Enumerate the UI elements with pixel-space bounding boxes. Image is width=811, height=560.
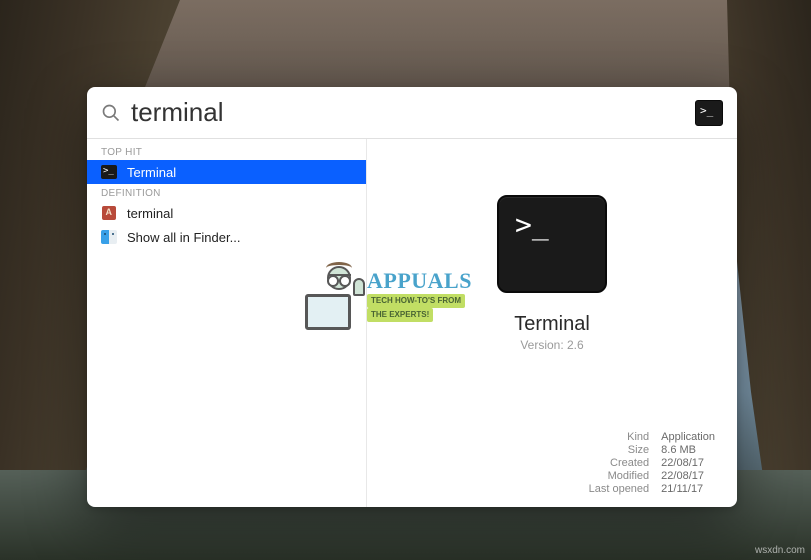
meta-size-label: Size: [389, 444, 649, 456]
meta-kind-value: Application: [661, 431, 715, 443]
preview-version: Version: 2.6: [520, 338, 583, 352]
results-list: TOP HIT >_ Terminal DEFINITION terminal …: [87, 139, 367, 507]
meta-last-opened-value: 21/11/17: [661, 483, 715, 495]
result-label: Show all in Finder...: [127, 230, 240, 245]
search-row: >_: [87, 87, 737, 139]
result-terminal-app[interactable]: >_ Terminal: [87, 160, 366, 184]
meta-kind-label: Kind: [389, 431, 649, 443]
source-credit: wsxdn.com: [755, 545, 805, 556]
finder-icon: [101, 229, 117, 245]
terminal-chip-glyph: >_: [700, 105, 713, 116]
preview-metadata: Kind Application Size 8.6 MB Created 22/…: [389, 431, 715, 495]
meta-size-value: 8.6 MB: [661, 444, 715, 456]
preview-terminal-icon: >_: [497, 195, 607, 293]
spotlight-window: >_ TOP HIT >_ Terminal DEFINITION termin…: [87, 87, 737, 507]
search-icon: [101, 103, 121, 123]
section-top-hit: TOP HIT: [87, 143, 366, 160]
result-label: terminal: [127, 206, 173, 221]
dictionary-icon: [101, 205, 117, 221]
result-chip-icon: >_: [695, 100, 723, 126]
preview-title: Terminal: [514, 313, 590, 336]
search-input[interactable]: [131, 97, 685, 128]
result-label: Terminal: [127, 165, 176, 180]
spotlight-body: TOP HIT >_ Terminal DEFINITION terminal …: [87, 139, 737, 507]
preview-pane: >_ Terminal Version: 2.6 Kind Applicatio…: [367, 139, 737, 507]
section-definition: DEFINITION: [87, 184, 366, 201]
meta-created-label: Created: [389, 457, 649, 469]
terminal-icon: >_: [101, 164, 117, 180]
meta-modified-value: 22/08/17: [661, 470, 715, 482]
meta-created-value: 22/08/17: [661, 457, 715, 469]
result-definition-terminal[interactable]: terminal: [87, 201, 366, 225]
meta-modified-label: Modified: [389, 470, 649, 482]
terminal-prompt-glyph: >_: [515, 211, 549, 239]
result-show-all-in-finder[interactable]: Show all in Finder...: [87, 225, 366, 249]
meta-last-opened-label: Last opened: [389, 483, 649, 495]
